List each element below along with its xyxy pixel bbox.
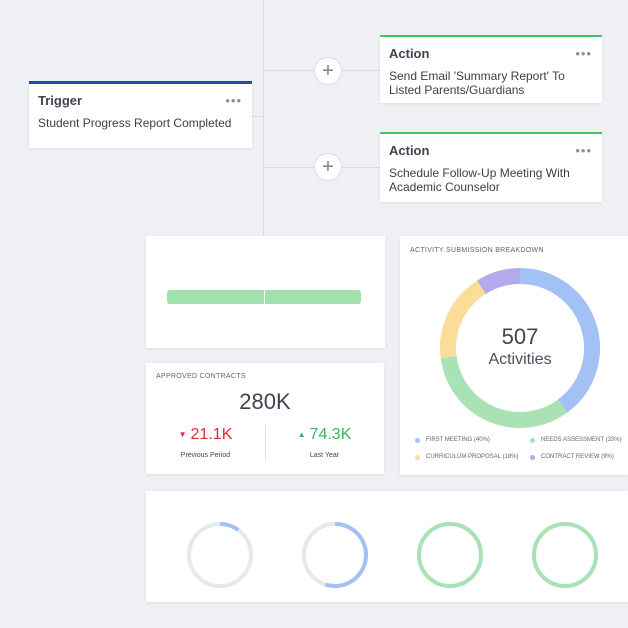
approved-contracts-widget: APPROVED CONTRACTS 280K ▼ 21.1K Previous … xyxy=(146,363,384,474)
last-year-label: Last Year xyxy=(309,452,340,459)
legend-dot xyxy=(530,437,535,443)
progress-bar xyxy=(167,290,361,304)
activities-total: 507 xyxy=(501,324,539,349)
legend-label: NEEDS ASSESSMENT (33%) xyxy=(541,437,622,443)
action-card-2[interactable]: Action ••• Schedule Follow-Up Meeting Wi… xyxy=(380,132,602,202)
action-title: Action xyxy=(389,45,430,61)
action-description: Send Email 'Summary Report' To Listed Pa… xyxy=(389,69,565,97)
progress-ring-4 xyxy=(532,522,598,588)
up-arrow-icon: ▲ xyxy=(297,430,306,439)
action-description: Schedule Follow-Up Meeting With Academic… xyxy=(389,166,570,194)
workflow-dashboard: Trigger ••• Student Progress Report Comp… xyxy=(0,0,628,628)
progress-bar-divider xyxy=(264,290,265,304)
down-arrow-icon: ▼ xyxy=(178,430,187,439)
previous-period-value: 21.1K xyxy=(190,426,233,443)
trigger-description: Student Progress Report Completed xyxy=(38,116,232,130)
ring-fill xyxy=(417,522,483,588)
flow-connector-trigger xyxy=(252,116,263,117)
add-step-button-2[interactable]: + xyxy=(314,153,342,181)
progress-ring-3 xyxy=(417,522,483,588)
progress-widget xyxy=(146,236,385,348)
action-card-1[interactable]: Action ••• Send Email 'Summary Report' T… xyxy=(380,35,602,103)
ring-track xyxy=(187,522,253,588)
last-year-value: 74.3K xyxy=(309,426,352,443)
contracts-total: 280K xyxy=(239,389,291,414)
contracts-heading: APPROVED CONTRACTS xyxy=(156,373,246,380)
progress-ring-1 xyxy=(187,522,253,588)
ring-fill xyxy=(532,522,598,588)
action-title: Action xyxy=(389,142,430,158)
donut-center: 507 Activities xyxy=(435,263,605,433)
legend-contract-review: CONTRACT REVIEW (9%) xyxy=(530,454,614,460)
last-year-value-row: ▲ 74.3K xyxy=(265,426,384,444)
previous-period-stat: ▼ 21.1K Previous Period xyxy=(146,426,265,459)
legend-dot xyxy=(415,454,420,460)
plus-icon: + xyxy=(322,60,334,82)
progress-ring-2 xyxy=(302,522,368,588)
trigger-title: Trigger xyxy=(38,92,83,108)
legend-needs-assessment: NEEDS ASSESSMENT (33%) xyxy=(530,437,622,443)
plus-icon: + xyxy=(322,156,334,178)
previous-period-label: Previous Period xyxy=(180,452,231,459)
legend-first-meeting: FIRST MEETING (40%) xyxy=(415,437,490,443)
activities-label: Activities xyxy=(488,351,552,368)
trigger-menu-icon[interactable]: ••• xyxy=(225,94,242,107)
flow-connector-vertical xyxy=(263,0,264,236)
ring-fill xyxy=(219,522,240,532)
legend-label: CURRICULUM PROPOSAL (18%) xyxy=(426,454,519,460)
legend-dot xyxy=(415,437,420,443)
action-menu-icon[interactable]: ••• xyxy=(575,47,592,60)
ring-fill xyxy=(324,522,368,588)
last-year-stat: ▲ 74.3K Last Year xyxy=(265,426,384,459)
legend-label: FIRST MEETING (40%) xyxy=(426,437,490,443)
progress-rings-widget xyxy=(146,491,628,602)
legend-curriculum-proposal: CURRICULUM PROPOSAL (18%) xyxy=(415,454,518,460)
breakdown-heading: ACTIVITY SUBMISSION BREAKDOWN xyxy=(410,247,544,254)
activity-breakdown-widget: ACTIVITY SUBMISSION BREAKDOWN 507 Activi… xyxy=(400,236,628,475)
action-menu-icon[interactable]: ••• xyxy=(575,144,592,157)
add-step-button-1[interactable]: + xyxy=(314,57,342,85)
previous-period-value-row: ▼ 21.1K xyxy=(146,426,265,444)
legend-dot xyxy=(530,454,535,460)
trigger-card[interactable]: Trigger ••• Student Progress Report Comp… xyxy=(29,81,252,148)
legend-label: CONTRACT REVIEW (9%) xyxy=(541,454,614,460)
